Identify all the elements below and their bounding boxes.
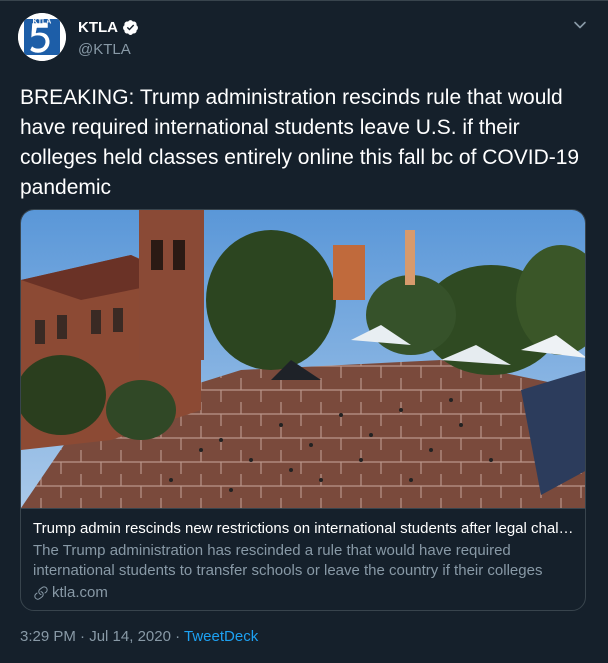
meta-separator-2: ·: [170, 628, 185, 645]
card-domain: ktla.com: [52, 584, 108, 601]
tweet-time[interactable]: 3:29 PM: [20, 628, 76, 645]
link-icon: [34, 586, 48, 600]
card-title: Trump admin rescinds new restrictions on…: [33, 520, 575, 537]
tweet-date[interactable]: Jul 14, 2020: [89, 628, 171, 645]
card-body: Trump admin rescinds new restrictions on…: [21, 508, 585, 610]
meta-separator: ·: [75, 628, 90, 645]
link-card[interactable]: Trump admin rescinds new restrictions on…: [20, 209, 586, 611]
display-name[interactable]: KTLA: [78, 19, 118, 36]
verified-icon: [123, 20, 138, 35]
tweet: KTLA 5 KTLA @KTLA BREAKING: Trump admini…: [0, 0, 608, 663]
card-domain-row: ktla.com: [33, 583, 575, 603]
card-description: The Trump administration has rescinded a…: [33, 542, 543, 579]
card-image: [21, 210, 585, 508]
chevron-down-icon[interactable]: [570, 15, 590, 35]
tweet-text: BREAKING: Trump administration rescinds …: [20, 86, 580, 199]
ktla-logo: KTLA 5: [18, 13, 66, 61]
name-row: KTLA: [78, 19, 139, 36]
handle[interactable]: @KTLA: [78, 41, 131, 58]
avatar-text: KTLA: [33, 19, 52, 26]
avatar[interactable]: KTLA 5: [18, 13, 66, 61]
tweet-source-link[interactable]: TweetDeck: [184, 628, 258, 645]
tweet-meta: 3:29 PM · Jul 14, 2020 · TweetDeck: [20, 628, 258, 645]
